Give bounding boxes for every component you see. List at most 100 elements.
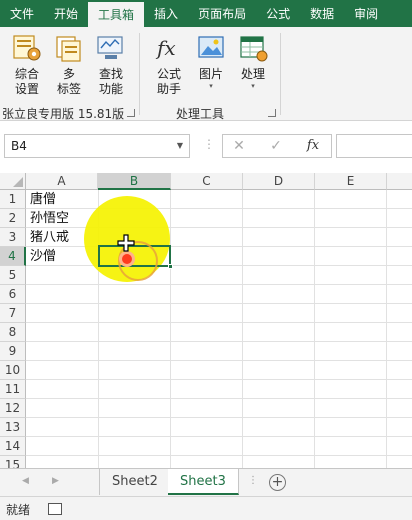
gridline bbox=[26, 398, 412, 399]
status-text: 就绪 bbox=[6, 503, 31, 517]
tabs-label-2: 标签 bbox=[56, 82, 81, 96]
picture-button[interactable]: 图片 ▾ bbox=[189, 33, 233, 91]
find-label-1: 查找 bbox=[98, 67, 123, 81]
row-header-14[interactable]: 14 bbox=[0, 437, 26, 456]
comprehensive-settings-button[interactable]: 综合 设置 bbox=[5, 33, 49, 97]
gridline bbox=[26, 303, 412, 304]
formula-bar-grip[interactable]: ⋮ bbox=[203, 137, 215, 155]
add-sheet-button[interactable]: + bbox=[269, 474, 286, 491]
gridline bbox=[26, 265, 412, 266]
search-function-icon bbox=[95, 33, 127, 63]
picture-icon bbox=[195, 33, 227, 63]
cell-a2[interactable]: 孙悟空 bbox=[27, 209, 69, 228]
gridline bbox=[26, 379, 412, 380]
row-header-15[interactable]: 15 bbox=[0, 456, 26, 468]
tab-formulas[interactable]: 公式 bbox=[256, 0, 300, 27]
name-box-value: B4 bbox=[11, 139, 27, 153]
row-header-1[interactable]: 1 bbox=[0, 190, 26, 209]
formula-bar: B4 ▼ ⋮ ✕ ✓ fx bbox=[0, 121, 412, 173]
gridline bbox=[26, 455, 412, 456]
tab-page-layout[interactable]: 页面布局 bbox=[188, 0, 256, 27]
tab-scroll-divider: ⋮ bbox=[248, 475, 258, 486]
sheet-tab-bar: ◀ ▶ Sheet2 Sheet3 + ⋮ bbox=[0, 468, 412, 496]
click-marker-icon bbox=[119, 251, 135, 267]
group1-dialog-launcher[interactable] bbox=[127, 109, 135, 117]
tab-data[interactable]: 数据 bbox=[300, 0, 344, 27]
scroll-right-icon[interactable]: ▶ bbox=[52, 476, 59, 486]
crosshair-cursor-icon bbox=[117, 234, 135, 252]
name-box[interactable]: B4 ▼ bbox=[4, 134, 190, 158]
cancel-icon[interactable]: ✕ bbox=[226, 134, 252, 158]
ribbon-group-divider bbox=[139, 33, 140, 115]
settings-icon bbox=[11, 33, 43, 63]
multi-tabs-button[interactable]: 多 标签 bbox=[47, 33, 91, 97]
gridline bbox=[26, 322, 412, 323]
sheet-tab-sheet3[interactable]: Sheet3 bbox=[168, 469, 239, 495]
process-label: 处理 bbox=[240, 67, 265, 81]
row-header-9[interactable]: 9 bbox=[0, 342, 26, 361]
formula-helper-label-2: 助手 bbox=[156, 82, 181, 96]
column-header-partial[interactable] bbox=[387, 173, 412, 190]
settings-label-1: 综合 bbox=[14, 67, 39, 81]
sheet-tab-sheet2[interactable]: Sheet2 bbox=[99, 469, 171, 495]
column-header-c[interactable]: C bbox=[171, 173, 243, 190]
find-label-2: 功能 bbox=[98, 82, 123, 96]
gridline bbox=[386, 190, 387, 468]
tab-home[interactable]: 开始 bbox=[44, 0, 88, 27]
row-header-7[interactable]: 7 bbox=[0, 304, 26, 323]
row-header-12[interactable]: 12 bbox=[0, 399, 26, 418]
cell-a3[interactable]: 猪八戒 bbox=[27, 228, 69, 247]
fill-handle[interactable] bbox=[168, 264, 173, 269]
gridline bbox=[314, 190, 315, 468]
gridline bbox=[26, 417, 412, 418]
ribbon: 综合 设置 多 标签 查找 功能 张立良专用版 15.81版 fx 公式 助手 … bbox=[0, 27, 412, 121]
tab-insert[interactable]: 插入 bbox=[144, 0, 188, 27]
gridline bbox=[26, 227, 412, 228]
select-all-button[interactable] bbox=[0, 173, 26, 190]
tab-file[interactable]: 文件 bbox=[0, 0, 44, 27]
process-button[interactable]: 处理 ▾ bbox=[231, 33, 275, 91]
chevron-down-icon[interactable]: ▼ bbox=[177, 135, 183, 157]
column-header-d[interactable]: D bbox=[243, 173, 315, 190]
process-icon bbox=[237, 33, 269, 63]
formula-helper-label-1: 公式 bbox=[156, 67, 181, 81]
row-header-8[interactable]: 8 bbox=[0, 323, 26, 342]
row-header-13[interactable]: 13 bbox=[0, 418, 26, 437]
macro-record-icon[interactable] bbox=[48, 503, 62, 515]
gridline bbox=[26, 436, 412, 437]
chevron-down-icon: ▾ bbox=[209, 82, 213, 90]
insert-function-icon[interactable]: fx bbox=[300, 134, 326, 158]
gridline bbox=[26, 360, 412, 361]
row-header-11[interactable]: 11 bbox=[0, 380, 26, 399]
tab-review[interactable]: 审阅 bbox=[344, 0, 388, 27]
scroll-left-icon[interactable]: ◀ bbox=[22, 476, 29, 486]
chevron-down-icon: ▾ bbox=[251, 82, 255, 90]
row-header-2[interactable]: 2 bbox=[0, 209, 26, 228]
group2-dialog-launcher[interactable] bbox=[268, 109, 276, 117]
gridline bbox=[242, 190, 243, 468]
gridline bbox=[26, 341, 412, 342]
row-header-3[interactable]: 3 bbox=[0, 228, 26, 247]
cell-a4[interactable]: 沙僧 bbox=[27, 247, 56, 266]
formula-input[interactable] bbox=[336, 134, 412, 158]
gridline bbox=[26, 284, 412, 285]
tab-toolbox[interactable]: 工具箱 bbox=[88, 2, 145, 27]
column-header-a[interactable]: A bbox=[26, 173, 98, 190]
formula-helper-button[interactable]: fx 公式 助手 bbox=[147, 33, 191, 97]
tabs-icon bbox=[53, 33, 85, 63]
column-header-b[interactable]: B bbox=[98, 173, 171, 190]
picture-label: 图片 bbox=[198, 67, 223, 81]
row-header-5[interactable]: 5 bbox=[0, 266, 26, 285]
group1-label: 张立良专用版 15.81版 bbox=[2, 107, 125, 121]
fx-icon: fx bbox=[153, 33, 185, 63]
gridline bbox=[26, 208, 412, 209]
row-header-4[interactable]: 4 bbox=[0, 247, 26, 266]
row-header-6[interactable]: 6 bbox=[0, 285, 26, 304]
row-header-10[interactable]: 10 bbox=[0, 361, 26, 380]
find-function-button[interactable]: 查找 功能 bbox=[89, 33, 133, 97]
cell-a1[interactable]: 唐僧 bbox=[27, 190, 56, 209]
worksheet-grid[interactable]: A B C D E 唐僧 孙悟空 猪八戒 沙僧 1 2 3 4 5 6 7 8 9 10 11 12 1… bbox=[0, 173, 412, 468]
column-header-e[interactable]: E bbox=[315, 173, 387, 190]
enter-icon[interactable]: ✓ bbox=[263, 134, 289, 158]
ribbon-tab-bar: 文件 开始 工具箱 插入 页面布局 公式 数据 审阅 bbox=[0, 0, 412, 27]
